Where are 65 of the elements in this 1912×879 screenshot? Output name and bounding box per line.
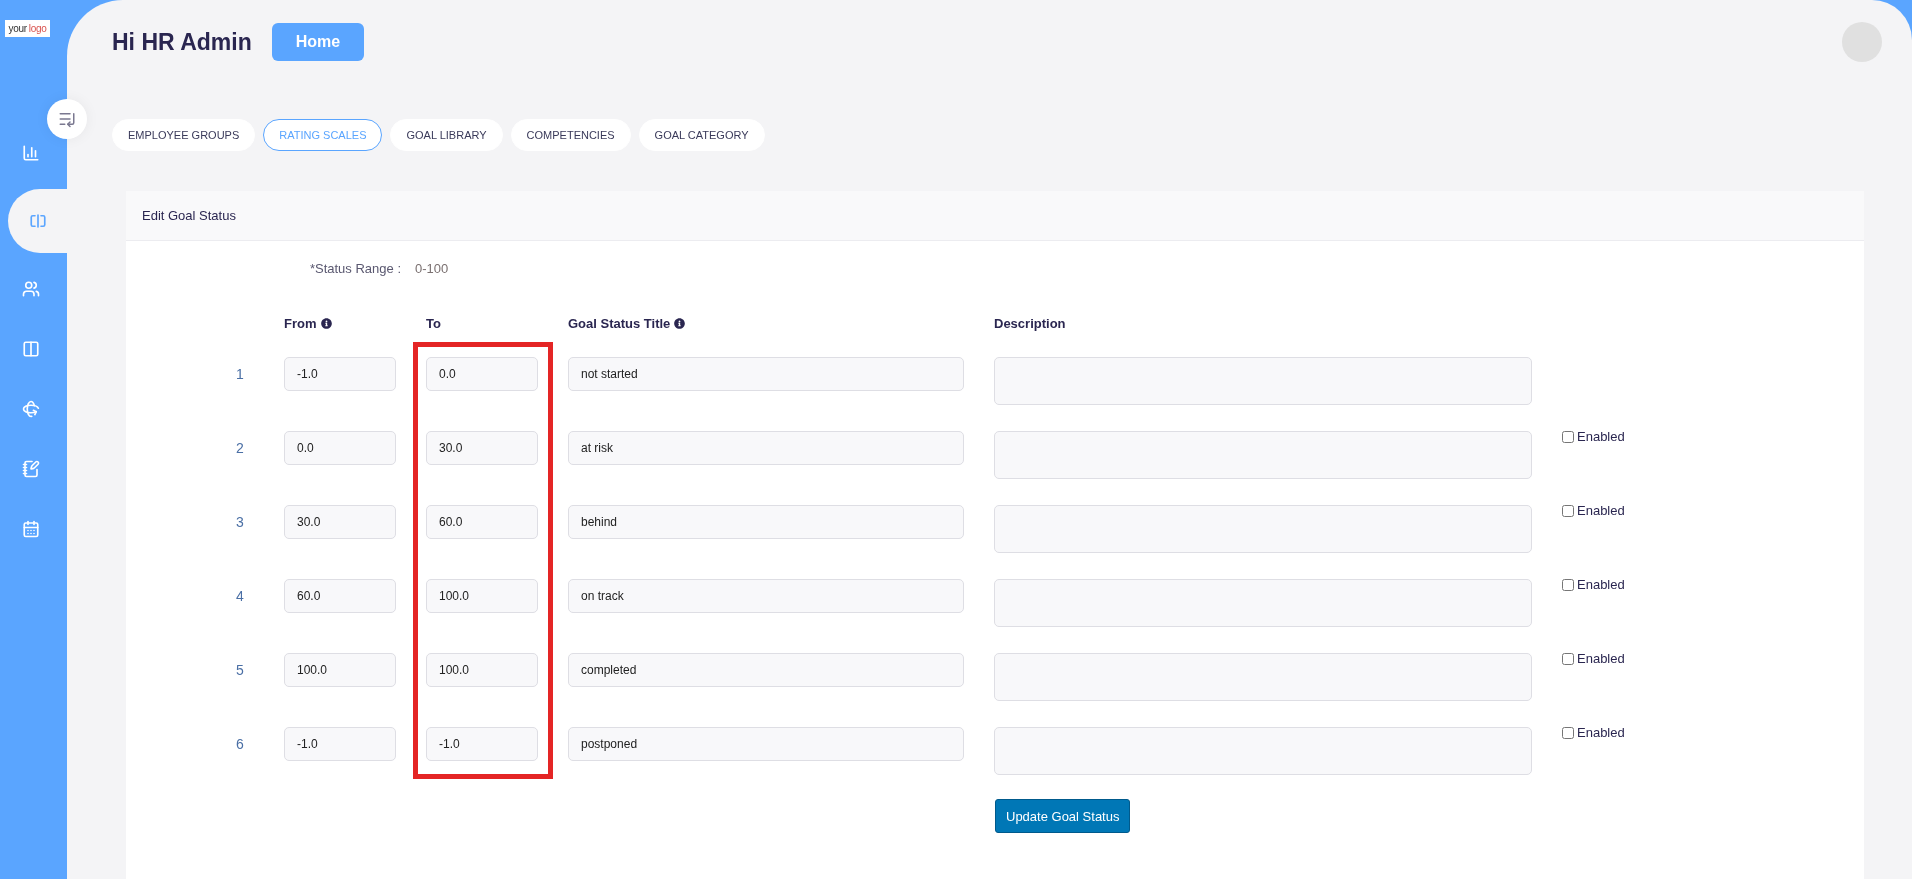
to-field[interactable]: 30.0 (426, 431, 538, 465)
greeting: Hi HR Admin (112, 28, 252, 56)
title-field[interactable]: on track (568, 579, 964, 613)
from-field[interactable]: -1.0 (284, 727, 396, 761)
calendar-icon (21, 520, 40, 538)
tab[interactable]: GOAL LIBRARY (390, 119, 503, 151)
checkbox[interactable] (1562, 652, 1574, 665)
checkbox[interactable] (1562, 578, 1574, 591)
checkbox[interactable] (1562, 504, 1574, 517)
tab[interactable]: EMPLOYEE GROUPS (112, 119, 256, 151)
column-title: Goal Status Title (568, 316, 671, 331)
to-field[interactable]: -1.0 (426, 727, 538, 761)
people-icon (21, 280, 40, 298)
to-field[interactable]: 60.0 (426, 505, 538, 539)
bar-chart-icon (21, 144, 40, 162)
collapse-icon (58, 110, 76, 128)
notepad-pen-icon (21, 460, 40, 478)
from-field[interactable]: -1.0 (284, 357, 396, 391)
checkbox[interactable] (1562, 726, 1574, 739)
row-number: 2 (235, 439, 245, 458)
to-field[interactable]: 100.0 (426, 579, 538, 613)
update-goal-status-button[interactable]: Update Goal Status (995, 799, 1131, 833)
enabled-checkbox[interactable]: Enabled (1562, 651, 1864, 666)
info-icon[interactable] (320, 318, 332, 329)
description-field[interactable] (994, 727, 1532, 775)
row-number: 3 (235, 513, 245, 532)
tab[interactable]: GOAL CATEGORY (638, 119, 765, 151)
to-field[interactable]: 100.0 (426, 653, 538, 687)
rotate-icon (21, 400, 40, 418)
description-field[interactable] (994, 653, 1532, 701)
row-number: 4 (235, 587, 245, 606)
description-field[interactable] (994, 579, 1532, 627)
title-field[interactable]: completed (568, 653, 964, 687)
title-field[interactable]: at risk (568, 431, 964, 465)
column-title: To (426, 316, 441, 331)
column-title: Description (994, 316, 1066, 331)
title-field[interactable]: postponed (568, 727, 964, 761)
columns-icon (21, 340, 40, 358)
title-field[interactable]: behind (568, 505, 964, 539)
enabled-checkbox[interactable]: Enabled (1562, 429, 1864, 444)
description-field[interactable] (994, 505, 1532, 553)
enabled-checkbox[interactable]: Enabled (1562, 725, 1864, 740)
column-title: From (284, 316, 317, 331)
split-square-icon (28, 212, 47, 230)
from-field[interactable]: 0.0 (284, 431, 396, 465)
row-number: 6 (235, 735, 245, 754)
title-field[interactable]: not started (568, 357, 964, 391)
from-field[interactable]: 100.0 (284, 653, 396, 687)
row-number: 5 (235, 661, 245, 680)
info-icon[interactable] (674, 318, 686, 329)
description-field[interactable] (994, 357, 1532, 405)
to-field[interactable]: 0.0 (426, 357, 538, 391)
from-field[interactable]: 30.0 (284, 505, 396, 539)
checkbox[interactable] (1562, 430, 1574, 443)
from-field[interactable]: 60.0 (284, 579, 396, 613)
field-value: 0-100 (415, 261, 449, 276)
row-number: 1 (235, 365, 245, 384)
tab[interactable]: COMPETENCIES (510, 119, 631, 151)
description-field[interactable] (994, 431, 1532, 479)
card-header: Edit Goal Status (126, 191, 1864, 241)
enabled-checkbox[interactable]: Enabled (1562, 577, 1864, 592)
collapse-button[interactable] (47, 99, 87, 139)
logo: your logo (4, 20, 51, 37)
enabled-checkbox[interactable]: Enabled (1562, 503, 1864, 518)
field-label: *Status Range : (308, 261, 401, 276)
